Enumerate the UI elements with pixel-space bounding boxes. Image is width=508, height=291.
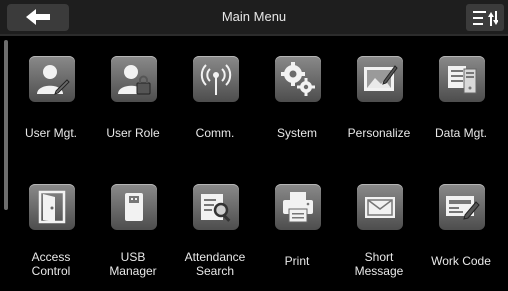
menu-item-label: Personalize <box>347 126 411 140</box>
menu-item-label: Access Control <box>4 250 98 278</box>
menu-item-system[interactable]: System <box>256 50 338 160</box>
user-edit-icon <box>37 65 70 95</box>
menu-item-access-control[interactable]: Access Control <box>10 178 92 288</box>
label-line-1: Access <box>31 250 71 264</box>
menu-item-label: USB Manager <box>86 250 180 278</box>
menu-item-user-role[interactable]: User Role <box>92 50 174 160</box>
menu-row-1: User Mgt. User Role Comm. System Persona… <box>10 50 508 160</box>
menu-item-comm[interactable]: Comm. <box>174 50 256 160</box>
menu-item-label: Short Message <box>332 250 426 278</box>
menu-row-2: Access Control USB Manager Attendance Se… <box>10 178 508 288</box>
tile-attendance-search <box>193 184 239 230</box>
tile-system <box>275 56 321 102</box>
menu-item-user-mgt[interactable]: User Mgt. <box>10 50 92 160</box>
label-line-1: Short <box>364 250 394 264</box>
menu-item-print[interactable]: Print <box>256 178 338 288</box>
label-line-2: Message <box>354 264 404 278</box>
scrollbar[interactable] <box>4 40 8 210</box>
tile-work-code <box>439 184 485 230</box>
menu-item-personalize[interactable]: Personalize <box>338 50 420 160</box>
envelope-icon <box>365 197 395 218</box>
keyboard-card-icon <box>446 196 480 220</box>
page-title: Main Menu <box>221 9 287 24</box>
header-bar: Main Menu <box>0 0 508 36</box>
picture-edit-icon <box>364 65 398 91</box>
wireless-signal-icon <box>200 64 232 95</box>
label-line-2: Search <box>195 264 235 278</box>
tile-print <box>275 184 321 230</box>
menu-item-short-message[interactable]: Short Message <box>338 178 420 288</box>
menu-item-label: Comm. <box>195 126 235 140</box>
usb-drive-icon <box>125 193 143 221</box>
tile-user-role <box>111 56 157 102</box>
door-icon <box>38 190 66 224</box>
gears-icon <box>281 62 315 96</box>
user-lock-icon <box>118 65 151 95</box>
label-line-2: Manager <box>109 264 157 278</box>
menu-item-label: Work Code <box>431 254 491 268</box>
menu-item-work-code[interactable]: Work Code <box>420 178 502 288</box>
menu-item-attendance-search[interactable]: Attendance Search <box>174 178 256 288</box>
label-line-1: USB <box>120 250 146 264</box>
menu-item-data-mgt[interactable]: Data Mgt. <box>420 50 502 160</box>
menu-item-usb-manager[interactable]: USB Manager <box>92 178 174 288</box>
menu-item-label: Attendance Search <box>168 250 262 278</box>
printer-icon <box>283 192 313 223</box>
tile-short-message <box>357 184 403 230</box>
tile-usb-manager <box>111 184 157 230</box>
menu-item-label: Print <box>284 254 310 268</box>
menu-item-label: Data Mgt. <box>434 126 488 140</box>
label-line-2: Control <box>31 264 71 278</box>
document-search-icon <box>201 194 231 222</box>
tile-comm <box>193 56 239 102</box>
tile-data-mgt <box>439 56 485 102</box>
menu-item-label: System <box>276 126 317 140</box>
tile-user-mgt <box>29 56 75 102</box>
database-icon <box>448 66 477 94</box>
tile-personalize <box>357 56 403 102</box>
menu-item-label: User Mgt. <box>24 126 77 140</box>
tile-access-control <box>29 184 75 230</box>
label-line-1: Attendance <box>184 250 246 264</box>
sort-menu-icon <box>473 11 498 26</box>
sort-menu-button[interactable] <box>466 4 504 31</box>
menu-item-label: User Role <box>106 126 160 140</box>
